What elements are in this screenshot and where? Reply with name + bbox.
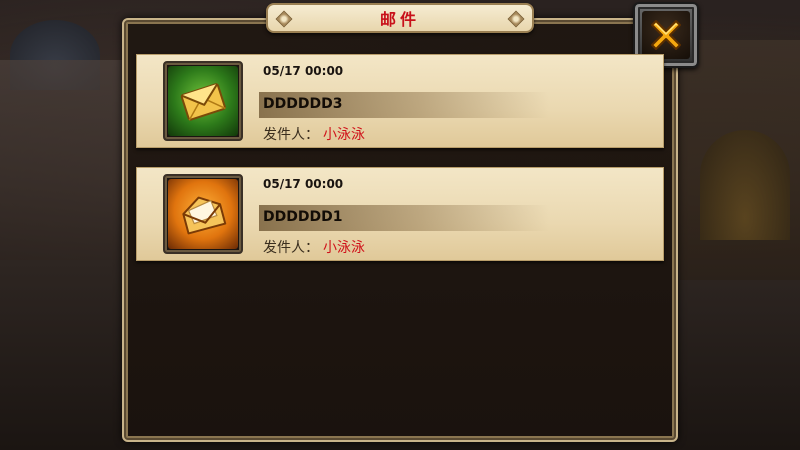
mail-subject: DDDDDD1 [263,209,343,225]
mail-icon-frame [163,61,243,141]
background-building-left [0,60,130,260]
mail-date: 05/17 00:00 [263,177,344,191]
sender-name: 小泳泳 [323,127,365,143]
closed-envelope-icon [180,83,226,121]
mail-icon-frame [163,174,243,254]
gem-ornament-icon [507,10,525,28]
page-title: 邮件 [379,10,420,29]
mail-item[interactable]: 05/17 00:00 DDDDDD3 发件人： 小泳泳 [136,54,664,148]
open-envelope-icon [182,196,227,235]
title-plate: 邮件 [266,3,534,33]
background-archway [700,130,790,240]
sender-row: 发件人： 小泳泳 [263,237,365,257]
mail-item[interactable]: 05/17 00:00 DDDDDD1 发件人： 小泳泳 [136,167,664,261]
close-x-icon [651,20,681,50]
sender-name: 小泳泳 [323,240,365,256]
sender-label: 发件人： [263,240,319,256]
gem-ornament-icon [275,10,293,28]
mail-subject: DDDDDD3 [263,96,343,112]
sender-row: 发件人： 小泳泳 [263,124,365,144]
sender-label: 发件人： [263,127,319,143]
mail-date: 05/17 00:00 [263,64,344,78]
